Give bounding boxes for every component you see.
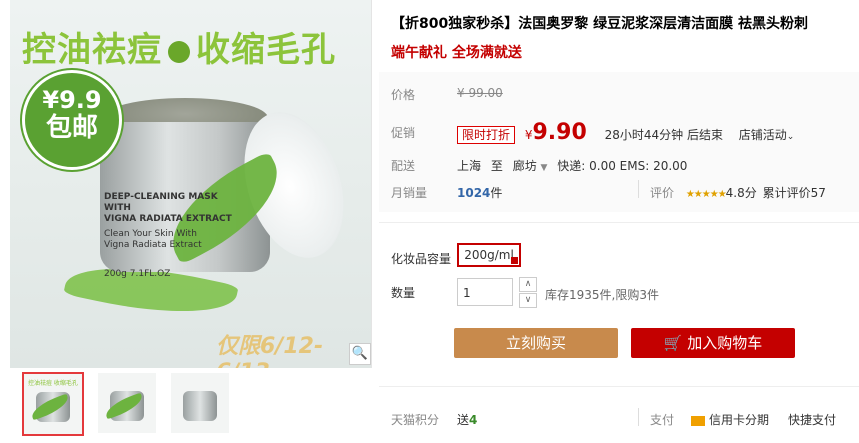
credit-card-icon (691, 415, 705, 426)
ship-to-word: 至 (490, 159, 503, 173)
cart-icon: 🛒 (663, 334, 683, 352)
selected-check-icon (511, 257, 518, 264)
promo-tag: 限时打折 (457, 126, 516, 144)
magnifier-icon[interactable]: 🔍 (349, 343, 371, 365)
ship-from: 上海 (457, 159, 482, 173)
ship-destination-select[interactable]: 廊坊 ▼ (513, 159, 548, 173)
product-main-image[interactable]: 控油祛痘 收缩毛孔 DEEP-CLEANING MASK WITH VIGNA R… (10, 0, 372, 368)
countdown: 28小时44分钟 后结束 (604, 128, 723, 142)
headline-left: 控油祛痘 (22, 30, 162, 70)
ship-fee: 快递: 0.00 EMS: 20.00 (557, 159, 688, 173)
price-badge: ¥9.9 包邮 (22, 70, 122, 170)
sales-label: 月销量 (391, 186, 428, 200)
sales-row: 1024件 (457, 184, 502, 201)
sales-count: 1024 (457, 186, 491, 200)
points-prefix: 送 (457, 413, 470, 427)
product-subtitle[interactable]: 端午献礼 全场满就送 (391, 42, 522, 62)
shipping-row: 上海 至 廊坊 ▼ 快递: 0.00 EMS: 20.00 (457, 157, 687, 174)
thumbnail-3[interactable] (170, 372, 230, 434)
credit-installment-link[interactable]: 信用卡分期 (691, 411, 769, 428)
rating-label: 评价 (650, 186, 675, 200)
badge-text: 包邮 (45, 113, 98, 143)
divider (638, 408, 639, 426)
qty-decrease-button[interactable]: ∨ (519, 293, 537, 308)
size-label: 化妆品容量 (391, 252, 452, 266)
qty-label: 数量 (391, 286, 416, 300)
headline-right: 收缩毛孔 (196, 30, 336, 70)
thumbnail-jar (183, 391, 217, 421)
store-activity-label: 店铺活动 (738, 128, 787, 142)
jar-weight: 200g 7.1FL.OZ (104, 269, 171, 279)
ship-destination: 廊坊 (512, 159, 537, 173)
original-price: ¥ 99.00 (457, 86, 503, 100)
jar-label-line: Clean Your Skin With (104, 229, 197, 239)
jar-label-line: VIGNA RADIATA EXTRACT (104, 214, 232, 224)
rating-stars: ★★★★★ (685, 189, 727, 200)
points-label: 天猫积分 (391, 413, 440, 427)
jar-label-line: DEEP-CLEANING MASK WITH (104, 192, 218, 213)
bean-icon (168, 40, 190, 63)
points-value: 4 (469, 413, 478, 427)
price-label: 价格 (391, 88, 416, 102)
store-activity-dropdown[interactable]: 店铺活动⌄ (739, 128, 795, 142)
divider (379, 222, 859, 223)
product-title: 【折800独家秒杀】法国奥罗黎 绿豆泥浆深层清洁面膜 祛黑头粉刺 (391, 16, 808, 32)
rating-row: 评价 ★★★★★4.8分 累计评价57 (650, 184, 826, 201)
promo-date: 仅限6/12-6/13 (216, 334, 324, 368)
points-row: 送4 (457, 411, 477, 428)
chevron-down-icon: ⌄ (786, 132, 795, 142)
qty-increase-button[interactable]: ∧ (519, 277, 537, 292)
jar-label: DEEP-CLEANING MASK WITH VIGNA RADIATA EX… (104, 192, 244, 280)
add-to-cart-label: 加入购物车 (687, 334, 763, 352)
quick-pay-link[interactable]: 快捷支付 (788, 411, 836, 428)
caret-down-icon: ▼ (540, 163, 548, 173)
promo-price: 9.90 (532, 120, 587, 145)
divider (379, 386, 859, 387)
ship-label: 配送 (391, 159, 416, 173)
credit-installment-label: 信用卡分期 (709, 413, 770, 427)
rating-value: 4.8分 (725, 186, 757, 200)
divider (638, 180, 639, 198)
review-count-link[interactable]: 累计评价57 (763, 186, 826, 200)
thumbnail-1[interactable]: 控油祛痘 收缩毛孔 (22, 372, 84, 436)
thumbnail-text: 控油祛痘 收缩毛孔 (28, 380, 78, 387)
sales-unit: 件 (490, 186, 503, 200)
banner-headline: 控油祛痘 收缩毛孔 (22, 22, 336, 71)
pay-label: 支付 (650, 413, 675, 427)
stock-text: 库存1935件,限购3件 (545, 288, 659, 302)
buy-now-button[interactable]: 立刻购买 (454, 328, 618, 358)
jar-label-line: Vigna Radiata Extract (104, 240, 202, 250)
add-to-cart-button[interactable]: 🛒 加入购物车 (631, 328, 795, 358)
thumbnail-2[interactable] (97, 372, 157, 434)
promo-label: 促销 (391, 126, 416, 140)
promo-row: 限时打折 ¥9.90 28小时44分钟 后结束 店铺活动⌄ (457, 120, 794, 145)
quantity-input[interactable]: 1 (457, 278, 513, 306)
badge-price: ¥9.9 (42, 86, 102, 114)
